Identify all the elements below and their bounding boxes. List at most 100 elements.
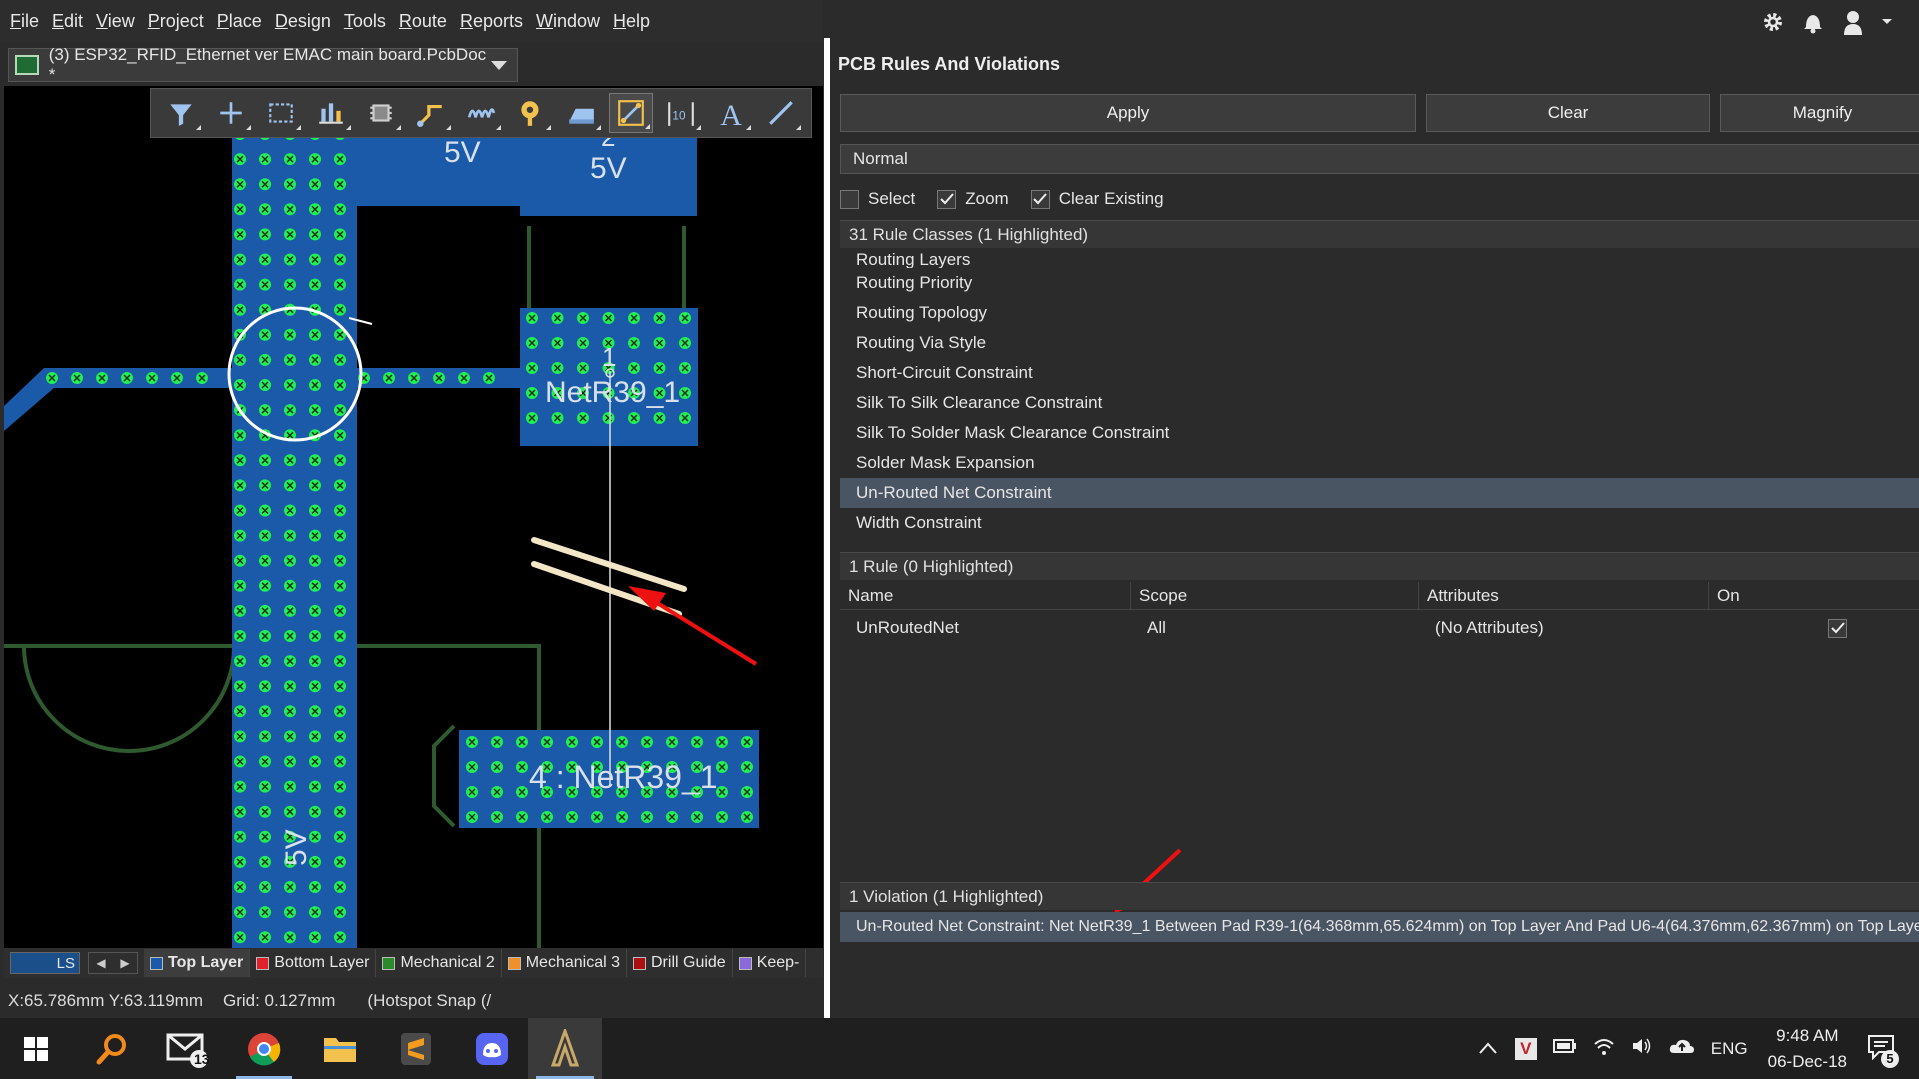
menu-edit[interactable]: Edit [52,11,83,32]
route-icon[interactable] [409,93,453,133]
list-item[interactable]: Short-Circuit Constraint [840,358,1919,388]
battery-icon[interactable] [1552,1038,1577,1059]
via-icon[interactable] [509,93,553,133]
menu-design[interactable]: Design [275,11,331,32]
interactive-length-icon[interactable] [459,93,503,133]
list-item[interactable]: Un-Routed Net Constraint [840,478,1919,508]
pcb-canvas[interactable]: 5V 2 5V 1 NetR39_1 4 : NetR39_1 5V [4,86,823,948]
check-icon[interactable] [1030,189,1050,209]
align-icon[interactable] [309,93,353,133]
menu-place[interactable]: Place [217,11,262,32]
via [234,906,246,919]
file-explorer-icon[interactable] [304,1018,376,1079]
menu-tools[interactable]: Tools [344,11,386,32]
discord-icon[interactable] [456,1018,528,1079]
clock[interactable]: 9:48 AM 06-Dec-18 [1768,1023,1847,1075]
layer-tabs: LS ◀ ▶ Top Layer Bottom Layer Mechanical 2M… [4,948,823,978]
volume-icon[interactable] [1631,1036,1653,1061]
via [234,579,246,592]
list-item[interactable]: Routing Layers [840,248,1919,268]
onedrive-icon[interactable] [1669,1037,1695,1060]
cursor-coordinates: X:65.786mm Y:63.119mm [8,991,203,1010]
filter-icon[interactable] [159,93,203,133]
via [716,761,728,773]
via [121,372,133,384]
menu-help[interactable]: Help [613,11,650,32]
col-on[interactable]: On [1709,582,1919,609]
check-icon[interactable] [937,189,957,209]
chevron-up-icon[interactable] [1479,1039,1497,1059]
via [309,906,321,919]
menu-window[interactable]: Window [536,11,600,32]
rule-on-checkbox[interactable] [1828,618,1847,638]
cross-select-icon[interactable] [209,93,253,133]
menu-reports[interactable]: Reports [460,11,523,32]
fill-icon[interactable] [559,93,603,133]
clear-existing-checkbox[interactable]: Clear Existing [1030,189,1164,209]
gear-icon[interactable] [1760,9,1786,35]
apply-button[interactable]: Apply [840,94,1416,132]
document-tab[interactable]: (3) ESP32_RFID_Ethernet ver EMAC main bo… [8,45,518,84]
magnify-button[interactable]: Magnify [1720,94,1919,132]
mode-dropdown[interactable]: Normal [840,144,1919,174]
list-item[interactable]: Routing Topology [840,298,1919,328]
layer-tab-bottom-layer[interactable]: Bottom Layer [250,949,377,977]
col-scope[interactable]: Scope [1131,582,1419,609]
layer-tab-keep[interactable]: Keep- [733,949,807,977]
layer-tab-mechanical-3[interactable]: Mechanical 3 [502,949,627,977]
list-item[interactable]: Silk To Solder Mask Clearance Constraint [840,418,1919,448]
mail-icon[interactable]: 13 [152,1018,224,1079]
layer-tab-label: Keep- [756,954,800,971]
col-name[interactable]: Name [840,582,1131,609]
sublime-icon[interactable] [380,1018,452,1079]
col-attributes[interactable]: Attributes [1419,582,1709,609]
pad-number-1: 1 [602,342,616,372]
select-checkbox[interactable]: Select [840,189,915,209]
via [259,178,271,191]
menu-view[interactable]: View [96,11,135,32]
chevron-left-icon[interactable]: ◀ [96,956,105,970]
checkbox-box[interactable] [840,189,859,209]
layer-set-button[interactable]: LS [10,952,80,974]
altium-icon[interactable] [528,1018,602,1079]
user-icon[interactable] [1840,9,1866,35]
layer-tab-drill-guide[interactable]: Drill Guide [627,949,733,977]
clear-button[interactable]: Clear [1426,94,1710,132]
chrome-icon[interactable] [228,1018,300,1079]
layer-tab-mechanical-2[interactable]: Mechanical 2 [376,949,502,977]
wifi-icon[interactable] [1593,1036,1615,1061]
language-indicator[interactable]: ENG [1711,1039,1748,1059]
search-icon[interactable] [76,1018,148,1079]
list-item[interactable]: Width Constraint [840,508,1919,538]
via [516,786,528,798]
via [234,153,246,166]
layer-scroll[interactable]: ◀ ▶ [88,952,138,974]
via [309,705,321,718]
chevron-right-icon[interactable]: ▶ [120,956,129,970]
via [334,303,346,316]
menu-file[interactable]: File [10,11,39,32]
layer-tab-top-layer[interactable]: Top Layer [144,949,251,977]
notification-icon[interactable]: 5 [1867,1034,1899,1068]
menu-route[interactable]: Route [399,11,447,32]
via [666,736,678,748]
bell-icon[interactable] [1800,9,1826,35]
list-item[interactable]: Silk To Silk Clearance Constraint [840,388,1919,418]
chevron-down-icon[interactable] [1880,9,1894,35]
list-item[interactable]: Solder Mask Expansion [840,448,1919,478]
menu-project[interactable]: Project [148,11,204,32]
zoom-checkbox[interactable]: Zoom [937,189,1009,209]
list-item[interactable]: Routing Priority [840,268,1919,298]
list-item[interactable]: Routing Via Style [840,328,1919,358]
vivaldi-tray-icon[interactable]: V [1514,1037,1537,1060]
line-icon[interactable] [759,93,803,133]
chevron-down-icon[interactable] [491,60,507,70]
rect-select-icon[interactable] [259,93,303,133]
component-icon[interactable] [359,93,403,133]
violation-row[interactable]: Un-Routed Net Constraint: Net NetR39_1 B… [840,912,1919,942]
table-row[interactable]: UnRoutedNet All (No Attributes) [840,612,1919,644]
string-icon[interactable]: A [709,93,753,133]
windows-start-icon[interactable] [0,1018,72,1079]
text-frame-icon[interactable]: 10 [659,93,703,133]
dimension-icon[interactable] [609,93,653,133]
